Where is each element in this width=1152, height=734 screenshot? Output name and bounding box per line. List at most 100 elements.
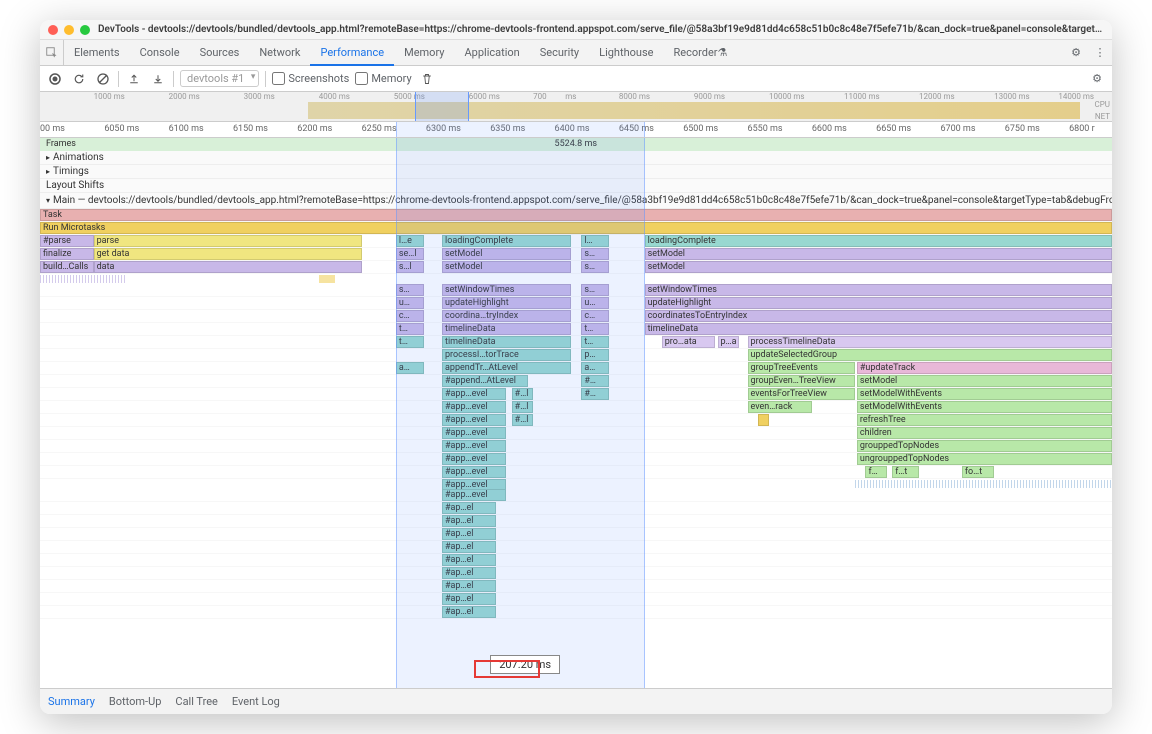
maximize-window-button[interactable] bbox=[80, 25, 90, 35]
flame-bar[interactable]: #ap…el bbox=[442, 580, 496, 592]
flame-bar[interactable]: #ap…el bbox=[442, 528, 496, 540]
flame-bar[interactable]: #ap…el bbox=[442, 606, 496, 618]
flame-bar[interactable]: timelineData bbox=[442, 336, 571, 348]
reload-button[interactable] bbox=[70, 70, 88, 88]
flame-bar[interactable]: f…t bbox=[892, 466, 919, 478]
flame-bar[interactable]: t… bbox=[581, 336, 609, 348]
flame-bar[interactable]: coordina…tryIndex bbox=[442, 310, 571, 322]
flame-bar[interactable]: #app…evel bbox=[442, 440, 506, 452]
tab-console[interactable]: Console bbox=[130, 40, 190, 65]
flame-bar[interactable]: l…e bbox=[396, 235, 424, 247]
inspect-icon[interactable] bbox=[40, 40, 64, 65]
flame-bar[interactable]: parse bbox=[94, 235, 362, 247]
animations-track-header[interactable]: Animations bbox=[40, 151, 1112, 165]
flame-bar[interactable]: build…Calls bbox=[40, 261, 94, 273]
flame-bar[interactable]: updateHighlight bbox=[645, 297, 1112, 309]
flame-bar[interactable]: #updateTrack bbox=[857, 362, 1112, 374]
main-track-header[interactable]: Main — devtools://devtools/bundled/devto… bbox=[40, 193, 1112, 209]
flame-bar[interactable]: #…l bbox=[512, 414, 533, 426]
tab-security[interactable]: Security bbox=[530, 40, 589, 65]
flame-bar[interactable]: setModelWithEvents bbox=[857, 388, 1112, 400]
flame-bar[interactable]: loadingComplete bbox=[645, 235, 1112, 247]
flame-bar[interactable]: children bbox=[857, 427, 1112, 439]
close-window-button[interactable] bbox=[48, 25, 58, 35]
profile-selector[interactable]: devtools #1 bbox=[180, 70, 259, 87]
flame-bar[interactable]: #parse bbox=[40, 235, 94, 247]
flame-bar[interactable]: a… bbox=[396, 362, 424, 374]
minimize-window-button[interactable] bbox=[64, 25, 74, 35]
flame-bar[interactable]: finalize bbox=[40, 248, 94, 260]
record-button[interactable] bbox=[46, 70, 64, 88]
tab-performance[interactable]: Performance bbox=[310, 41, 394, 66]
flame-bar[interactable]: eventsForTreeView bbox=[748, 388, 855, 400]
flame-bar[interactable]: #ap…el bbox=[442, 515, 496, 527]
flame-bar[interactable]: timelineData bbox=[442, 323, 571, 335]
upload-button[interactable] bbox=[125, 70, 143, 88]
tab-network[interactable]: Network bbox=[249, 40, 310, 65]
flame-bar[interactable]: grouppedTopNodes bbox=[857, 440, 1112, 452]
tab-lighthouse[interactable]: Lighthouse bbox=[589, 40, 663, 65]
more-icon[interactable]: ⋮ bbox=[1088, 46, 1112, 59]
flame-bar[interactable]: s… bbox=[581, 248, 609, 260]
flame-bar[interactable]: setWindowTimes bbox=[442, 284, 571, 296]
collect-settings-icon[interactable]: ⚙ bbox=[1088, 70, 1106, 88]
btab-bottomup[interactable]: Bottom-Up bbox=[109, 695, 162, 708]
flame-bar[interactable]: pro…ata bbox=[662, 336, 716, 348]
flame-bar[interactable]: groupTreeEvents bbox=[748, 362, 855, 374]
btab-summary[interactable]: Summary bbox=[48, 695, 95, 708]
flame-bar[interactable]: s… bbox=[581, 261, 609, 273]
flame-bar[interactable]: p…a bbox=[718, 336, 739, 348]
flame-bar[interactable]: se…l bbox=[396, 248, 424, 260]
flame-bar[interactable]: #app…evel bbox=[442, 427, 506, 439]
flame-bar[interactable]: groupEven…TreeView bbox=[748, 375, 855, 387]
btab-eventlog[interactable]: Event Log bbox=[232, 695, 280, 708]
flame-bar[interactable]: #app…evel bbox=[442, 466, 506, 478]
flame-bar[interactable]: refreshTree bbox=[857, 414, 1112, 426]
flame-bar[interactable]: p… bbox=[581, 349, 609, 361]
flame-bar[interactable]: fo…t bbox=[962, 466, 994, 478]
trash-button[interactable] bbox=[418, 70, 436, 88]
flame-bar[interactable]: even…rack bbox=[748, 401, 812, 413]
clear-button[interactable] bbox=[94, 70, 112, 88]
flame-bar[interactable]: #append…AtLevel bbox=[442, 375, 528, 387]
flame-bar[interactable] bbox=[758, 414, 769, 426]
flame-bar[interactable]: f… bbox=[865, 466, 886, 478]
tab-elements[interactable]: Elements bbox=[64, 40, 130, 65]
overview-timeline[interactable]: 1000 ms 2000 ms 3000 ms 4000 ms 5000 ms … bbox=[40, 92, 1112, 122]
flame-bar[interactable]: #app…evel bbox=[442, 453, 506, 465]
tab-memory[interactable]: Memory bbox=[394, 40, 454, 65]
flame-bar[interactable]: s… bbox=[396, 284, 424, 296]
flame-bar[interactable]: #app…evel bbox=[442, 401, 506, 413]
flame-bar[interactable]: setModel bbox=[442, 248, 571, 260]
flame-bar[interactable]: updateSelectedGroup bbox=[748, 349, 1112, 361]
timings-track-header[interactable]: Timings bbox=[40, 165, 1112, 179]
flame-bar[interactable]: #ap…el bbox=[442, 567, 496, 579]
flame-bar[interactable]: #app…evel bbox=[442, 414, 506, 426]
tab-recorder[interactable]: Recorder ⚗ bbox=[663, 40, 737, 65]
flame-chart[interactable]: Frames 5524.8 ms Animations Timings Layo… bbox=[40, 138, 1112, 688]
layoutshifts-track-header[interactable]: Layout Shifts bbox=[40, 179, 1112, 193]
flame-bar[interactable]: c… bbox=[581, 310, 609, 322]
flame-bar[interactable]: data bbox=[94, 261, 362, 273]
btab-calltree[interactable]: Call Tree bbox=[175, 695, 217, 708]
flame-bar[interactable]: coordinatesToEntryIndex bbox=[645, 310, 1112, 322]
flame-bar[interactable]: timelineData bbox=[645, 323, 1112, 335]
tab-sources[interactable]: Sources bbox=[190, 40, 250, 65]
flame-bar[interactable]: t… bbox=[581, 323, 609, 335]
flame-bar[interactable]: get data bbox=[94, 248, 362, 260]
flame-bar[interactable]: appendTr…AtLevel bbox=[442, 362, 571, 374]
flame-bar[interactable]: Task bbox=[40, 209, 1112, 221]
flame-bar[interactable]: #…l bbox=[512, 401, 533, 413]
flame-bar[interactable]: u… bbox=[396, 297, 424, 309]
flame-bar[interactable]: #app…evel bbox=[442, 388, 506, 400]
flame-bar[interactable]: loadingComplete bbox=[442, 235, 571, 247]
flame-bar[interactable]: setWindowTimes bbox=[645, 284, 1112, 296]
flame-bar[interactable]: #ap…el bbox=[442, 593, 496, 605]
flame-bar[interactable]: processTimelineData bbox=[748, 336, 1112, 348]
flame-bar[interactable]: #ap…el bbox=[442, 554, 496, 566]
flame-bar[interactable]: u… bbox=[581, 297, 609, 309]
flame-bar[interactable]: #… bbox=[581, 375, 609, 387]
screenshots-checkbox[interactable]: Screenshots bbox=[272, 72, 349, 85]
flame-bar[interactable]: Run Microtasks bbox=[40, 222, 1112, 234]
flame-bar[interactable]: setModelWithEvents bbox=[857, 401, 1112, 413]
